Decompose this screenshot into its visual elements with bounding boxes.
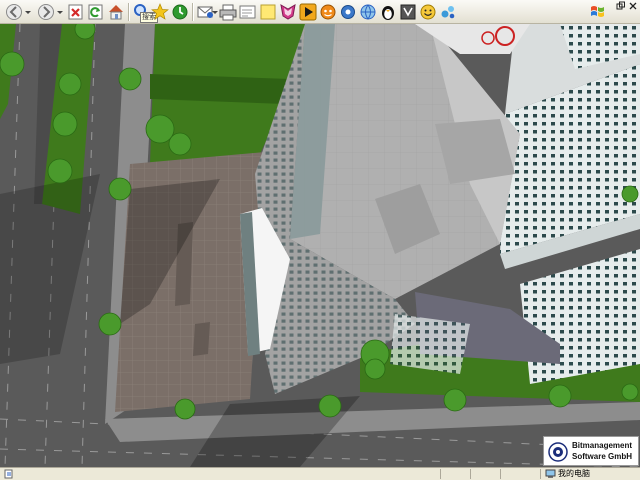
- restore-window-button[interactable]: [616, 1, 626, 11]
- plugin-icon: [441, 6, 455, 19]
- gear-icon: [341, 5, 355, 19]
- printer-icon: [219, 4, 237, 21]
- status-pane: [500, 469, 501, 479]
- back-button[interactable]: [4, 2, 24, 22]
- status-pane: [470, 469, 471, 479]
- smiley-icon: [420, 4, 436, 20]
- bookmark-button[interactable]: [398, 2, 418, 22]
- home-button[interactable]: [106, 2, 126, 22]
- bs-contact-logo-icon: [548, 442, 568, 462]
- tool-button[interactable]: [338, 2, 358, 22]
- butterfly-icon: [280, 4, 296, 20]
- close-window-button[interactable]: [628, 1, 638, 11]
- messenger-button[interactable]: [278, 2, 298, 22]
- computer-icon: [545, 469, 556, 478]
- history-button[interactable]: [170, 2, 190, 22]
- qq-button[interactable]: [318, 2, 338, 22]
- forward-arrow-icon: [38, 4, 54, 20]
- network-button[interactable]: [358, 2, 378, 22]
- emoticon-button[interactable]: [418, 2, 438, 22]
- browser-toolbar: 搜索: [0, 0, 640, 24]
- forward-button[interactable]: [36, 2, 56, 22]
- vrml-3d-viewport[interactable]: Bitmanagement Software GmbH: [0, 24, 640, 467]
- qq-icon: [320, 4, 336, 20]
- status-bar: 我的电脑: [0, 467, 640, 480]
- refresh-icon: [88, 4, 103, 20]
- windows-flag-icon: [591, 6, 604, 17]
- edit-icon: [239, 5, 256, 19]
- note-icon: [260, 4, 276, 20]
- page-icon: [4, 469, 13, 479]
- stop-icon: [68, 4, 83, 20]
- stop-button[interactable]: [66, 2, 86, 22]
- star-icon: [151, 3, 169, 20]
- brand-name-line1: Bitmanagement: [572, 441, 633, 450]
- back-dropdown[interactable]: [24, 2, 32, 22]
- forward-dropdown[interactable]: [56, 2, 64, 22]
- bookmark-icon: [400, 4, 416, 20]
- globe-icon: [360, 4, 376, 20]
- penguin-icon: [382, 6, 394, 20]
- home-icon: [109, 5, 123, 20]
- bitmanagement-logo[interactable]: Bitmanagement Software GmbH: [543, 436, 639, 466]
- media-button[interactable]: [298, 2, 318, 22]
- print-button[interactable]: [218, 2, 238, 22]
- close-icon: [629, 2, 637, 10]
- history-icon: [172, 4, 188, 20]
- city-scene: [0, 24, 640, 467]
- discuss-button[interactable]: [258, 2, 278, 22]
- plugin-button[interactable]: [438, 2, 458, 22]
- edit-button[interactable]: [238, 2, 258, 22]
- back-arrow-icon: [6, 4, 22, 20]
- restore-icon: [616, 1, 625, 10]
- status-pane: [440, 469, 441, 479]
- windows-logo: [588, 2, 608, 22]
- status-pane: [540, 469, 541, 479]
- penguin-button[interactable]: [378, 2, 398, 22]
- security-zone-label: 我的电脑: [558, 469, 590, 478]
- media-play-icon: [299, 3, 317, 21]
- refresh-button[interactable]: [86, 2, 106, 22]
- brand-name-line2: Software GmbH: [572, 452, 633, 461]
- favorites-button[interactable]: [150, 2, 170, 22]
